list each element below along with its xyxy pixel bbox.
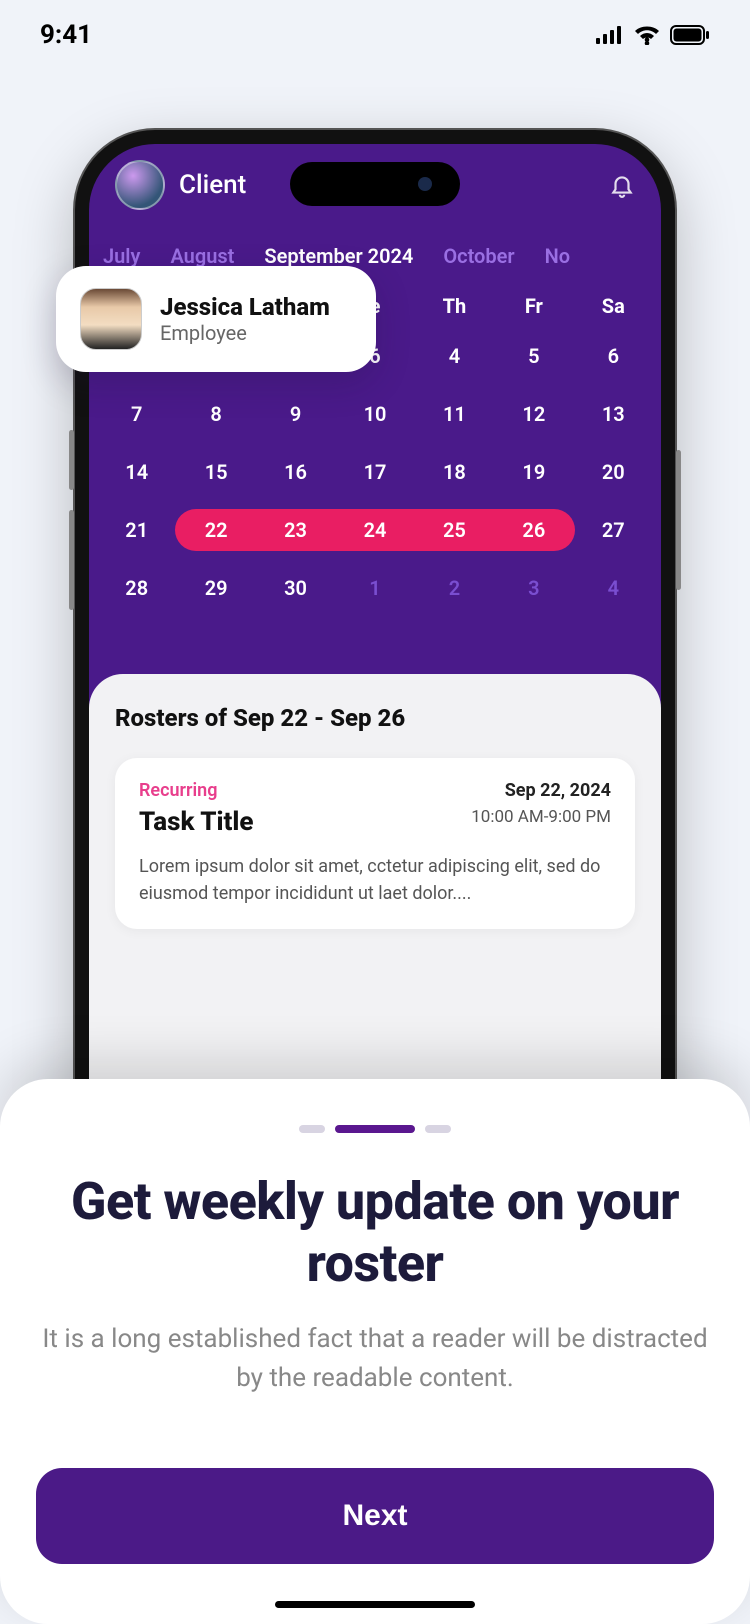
month-item[interactable]: No — [545, 244, 570, 268]
calendar-day[interactable]: 29 — [176, 576, 255, 600]
calendar-day[interactable]: 6 — [574, 344, 653, 368]
calendar-row: 78910111213 — [89, 402, 661, 426]
notch — [290, 162, 460, 206]
month-item[interactable]: August — [170, 244, 234, 268]
calendar-day[interactable]: 27 — [574, 518, 653, 542]
calendar-day[interactable]: 22 — [176, 518, 255, 542]
calendar-row: 2829301234 — [89, 576, 661, 600]
employee-card[interactable]: Jessica Latham Employee — [56, 266, 376, 372]
calendar-day[interactable]: 11 — [415, 402, 494, 426]
home-indicator[interactable] — [275, 1601, 475, 1608]
calendar-day[interactable]: 9 — [256, 402, 335, 426]
calendar-day[interactable]: 4 — [415, 344, 494, 368]
status-icons — [596, 25, 710, 45]
calendar-day[interactable]: 4 — [574, 576, 653, 600]
calendar-day[interactable]: 17 — [335, 460, 414, 484]
status-time: 9:41 — [40, 20, 92, 50]
calendar-day[interactable]: 20 — [574, 460, 653, 484]
calendar-day[interactable]: 26 — [494, 518, 573, 542]
task-tag: Recurring — [139, 780, 217, 801]
onboarding-sheet: Get weekly update on your roster It is a… — [0, 1079, 750, 1624]
header-mode[interactable]: Client — [179, 170, 246, 200]
calendar-day[interactable]: 18 — [415, 460, 494, 484]
avatar[interactable] — [115, 160, 165, 210]
calendar-day[interactable]: 25 — [415, 518, 494, 542]
calendar-day[interactable]: 1 — [335, 576, 414, 600]
calendar-day[interactable]: 10 — [335, 402, 414, 426]
employee-name: Jessica Latham — [160, 293, 330, 321]
calendar-row: 14151617181920 — [89, 460, 661, 484]
calendar-day[interactable]: 13 — [574, 402, 653, 426]
calendar-day[interactable]: 21 — [97, 518, 176, 542]
page-indicator — [36, 1125, 714, 1133]
calendar-day[interactable]: 28 — [97, 576, 176, 600]
page-dot — [299, 1125, 325, 1133]
page-dot-active — [335, 1125, 415, 1133]
bell-icon[interactable] — [609, 172, 635, 198]
weekday: Sa — [574, 294, 653, 318]
weekday: Th — [415, 294, 494, 318]
calendar-day[interactable]: 14 — [97, 460, 176, 484]
status-bar: 9:41 — [0, 0, 750, 70]
calendar-day[interactable]: 2 — [415, 576, 494, 600]
task-title: Task Title — [139, 807, 254, 837]
calendar-day[interactable]: 15 — [176, 460, 255, 484]
wifi-icon — [634, 25, 660, 45]
calendar-day[interactable]: 19 — [494, 460, 573, 484]
employee-photo — [80, 288, 142, 350]
task-time: 10:00 AM-9:00 PM — [471, 807, 611, 827]
calendar-day[interactable]: 8 — [176, 402, 255, 426]
cellular-icon — [596, 26, 624, 44]
calendar-row: 21222324252627 — [89, 518, 661, 542]
battery-icon — [670, 25, 710, 45]
month-item-active[interactable]: September 2024 — [264, 244, 413, 268]
page-dot — [425, 1125, 451, 1133]
month-item[interactable]: October — [443, 244, 514, 268]
weekday: Fr — [494, 294, 573, 318]
calendar-day[interactable]: 16 — [256, 460, 335, 484]
month-item[interactable]: July — [103, 244, 140, 268]
employee-role: Employee — [160, 321, 330, 345]
task-desc: Lorem ipsum dolor sit amet, cctetur adip… — [139, 853, 611, 907]
calendar-day[interactable]: 5 — [494, 344, 573, 368]
calendar-day[interactable]: 3 — [494, 576, 573, 600]
task-card[interactable]: Recurring Sep 22, 2024 Task Title 10:00 … — [115, 758, 635, 929]
calendar-day[interactable]: 23 — [256, 518, 335, 542]
sheet-headline: Get weekly update on your roster — [36, 1171, 714, 1294]
calendar-day[interactable]: 12 — [494, 402, 573, 426]
roster-title: Rosters of Sep 22 - Sep 26 — [115, 704, 635, 732]
sheet-body: It is a long established fact that a rea… — [36, 1320, 714, 1398]
task-date: Sep 22, 2024 — [505, 780, 611, 801]
calendar-day[interactable]: 24 — [335, 518, 414, 542]
calendar-day[interactable]: 7 — [97, 402, 176, 426]
calendar-day[interactable]: 30 — [256, 576, 335, 600]
next-button[interactable]: Next — [36, 1468, 714, 1564]
